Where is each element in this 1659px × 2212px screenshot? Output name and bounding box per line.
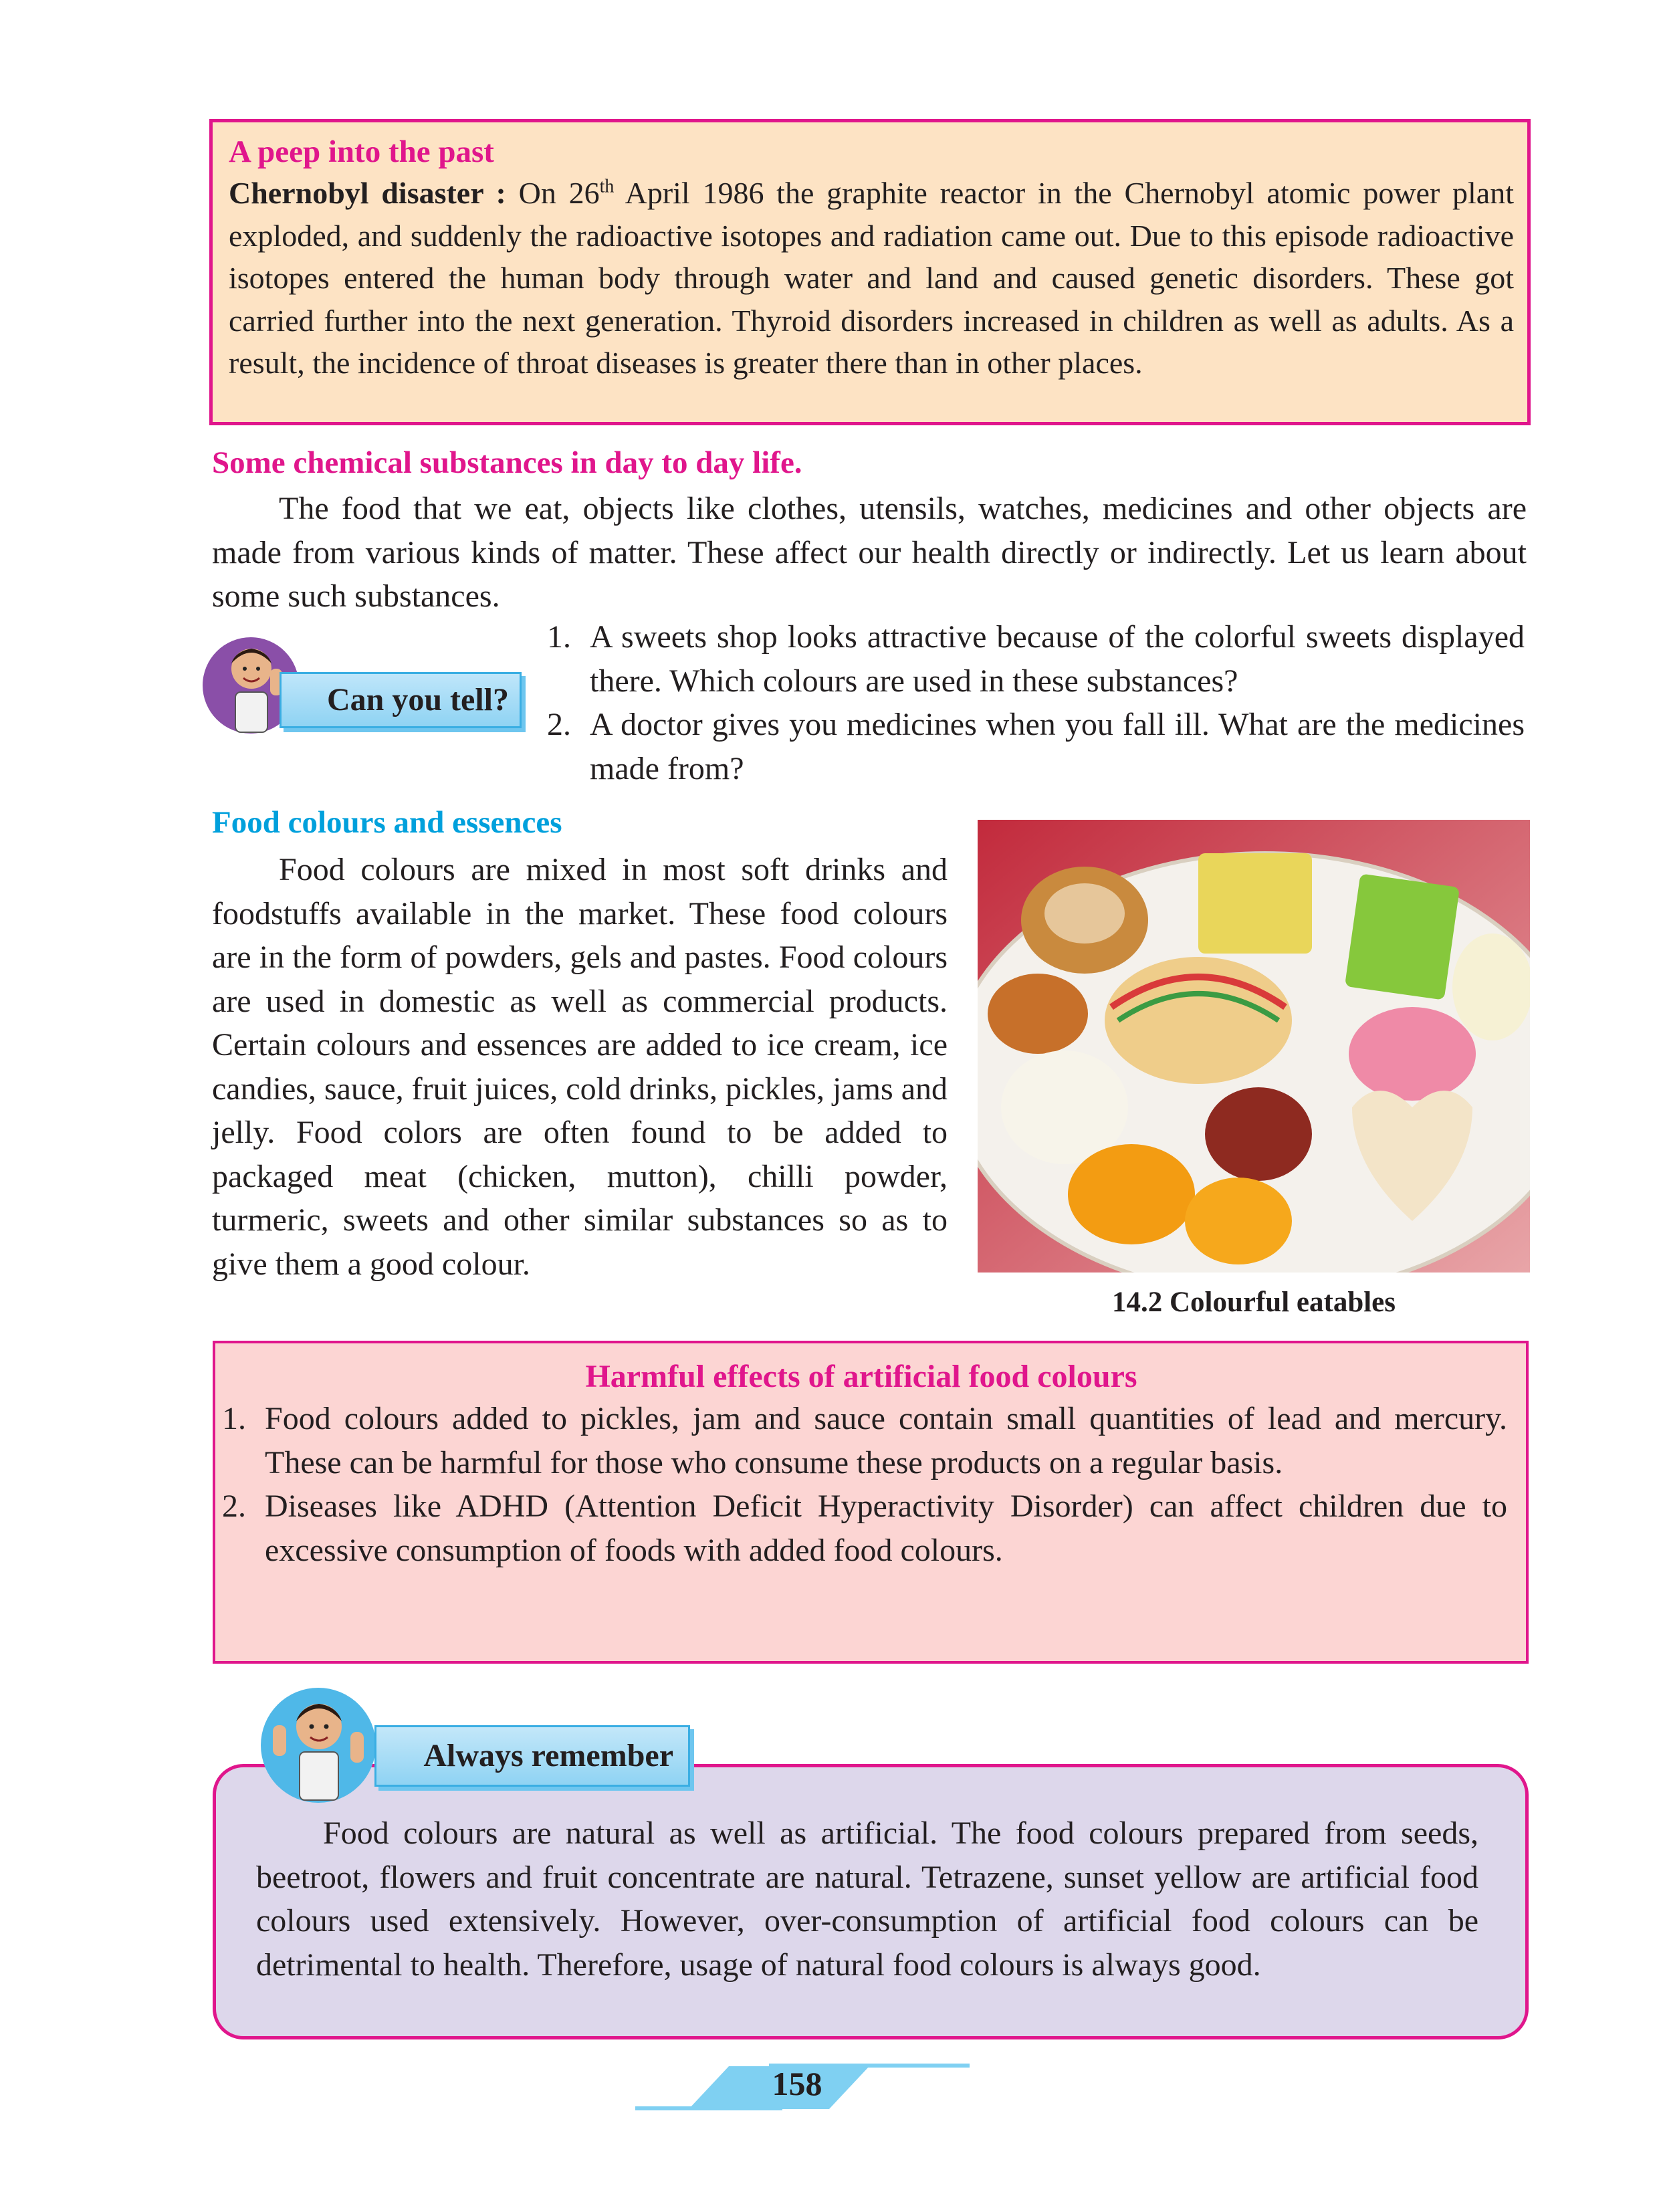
food-colours-heading: Food colours and essences — [212, 805, 562, 840]
peep-text: Chernobyl disaster : On 26th April 1986 … — [229, 172, 1514, 384]
list-number: 1. — [547, 619, 571, 655]
list-text: Food colours added to pickles, jam and s… — [265, 1401, 1507, 1480]
list-item: 1. Food colours added to pickles, jam and… — [222, 1397, 1507, 1484]
page-number: 158 — [772, 2065, 822, 2102]
chemicals-paragraph: The food that we eat, objects like cloth… — [212, 491, 1527, 614]
peep-title: A peep into the past — [229, 134, 494, 169]
sweets-photo — [978, 820, 1530, 1273]
harmful-effects-list: 1. Food colours added to pickles, jam and… — [222, 1397, 1507, 1572]
peep-into-past-box: A peep into the past Chernobyl disaster … — [209, 119, 1531, 425]
peep-sup: th — [599, 176, 615, 197]
can-you-tell-badge: Can you tell? — [280, 672, 522, 728]
peep-lead: Chernobyl disaster : — [229, 176, 506, 210]
always-remember-box: Food colours are natural as well as arti… — [213, 1764, 1529, 2039]
always-remember-badge: Always remember — [374, 1725, 690, 1787]
chemicals-section: Some chemical substances in day to day l… — [212, 443, 1527, 619]
food-colours-paragraph: Food colours are mixed in most soft drin… — [212, 852, 948, 1282]
list-item: 2. Diseases like ADHD (Attention Deficit … — [222, 1484, 1507, 1572]
list-text: A doctor gives you medicines when you fa… — [590, 707, 1525, 786]
chemicals-heading: Some chemical substances in day to day l… — [212, 445, 802, 480]
always-remember-text: Food colours are natural as well as arti… — [256, 1815, 1478, 1983]
boy-pointing-illustration-icon — [261, 1688, 376, 1803]
list-text: Diseases like ADHD (Attention Deficit Hy… — [265, 1488, 1507, 1568]
list-number: 2. — [222, 1488, 246, 1524]
harmful-effects-box: Harmful effects of artificial food colou… — [213, 1341, 1529, 1664]
can-you-tell-list: 1. A sweets shop looks attractive because… — [547, 615, 1525, 790]
list-item: 2. A doctor gives you medicines when you … — [547, 703, 1525, 790]
list-text: A sweets shop looks attractive because o… — [590, 619, 1525, 699]
list-item: 1. A sweets shop looks attractive because… — [547, 615, 1525, 703]
food-colours-heading-wrap: Food colours and essences — [212, 802, 948, 843]
peep-text-part1: On 26 — [506, 176, 600, 210]
list-number: 1. — [222, 1401, 246, 1436]
harmful-effects-title: Harmful effects of artificial food colou… — [585, 1359, 1137, 1394]
list-number: 2. — [547, 707, 571, 742]
figure-caption: 14.2 Colourful eatables — [1111, 1287, 1396, 1318]
